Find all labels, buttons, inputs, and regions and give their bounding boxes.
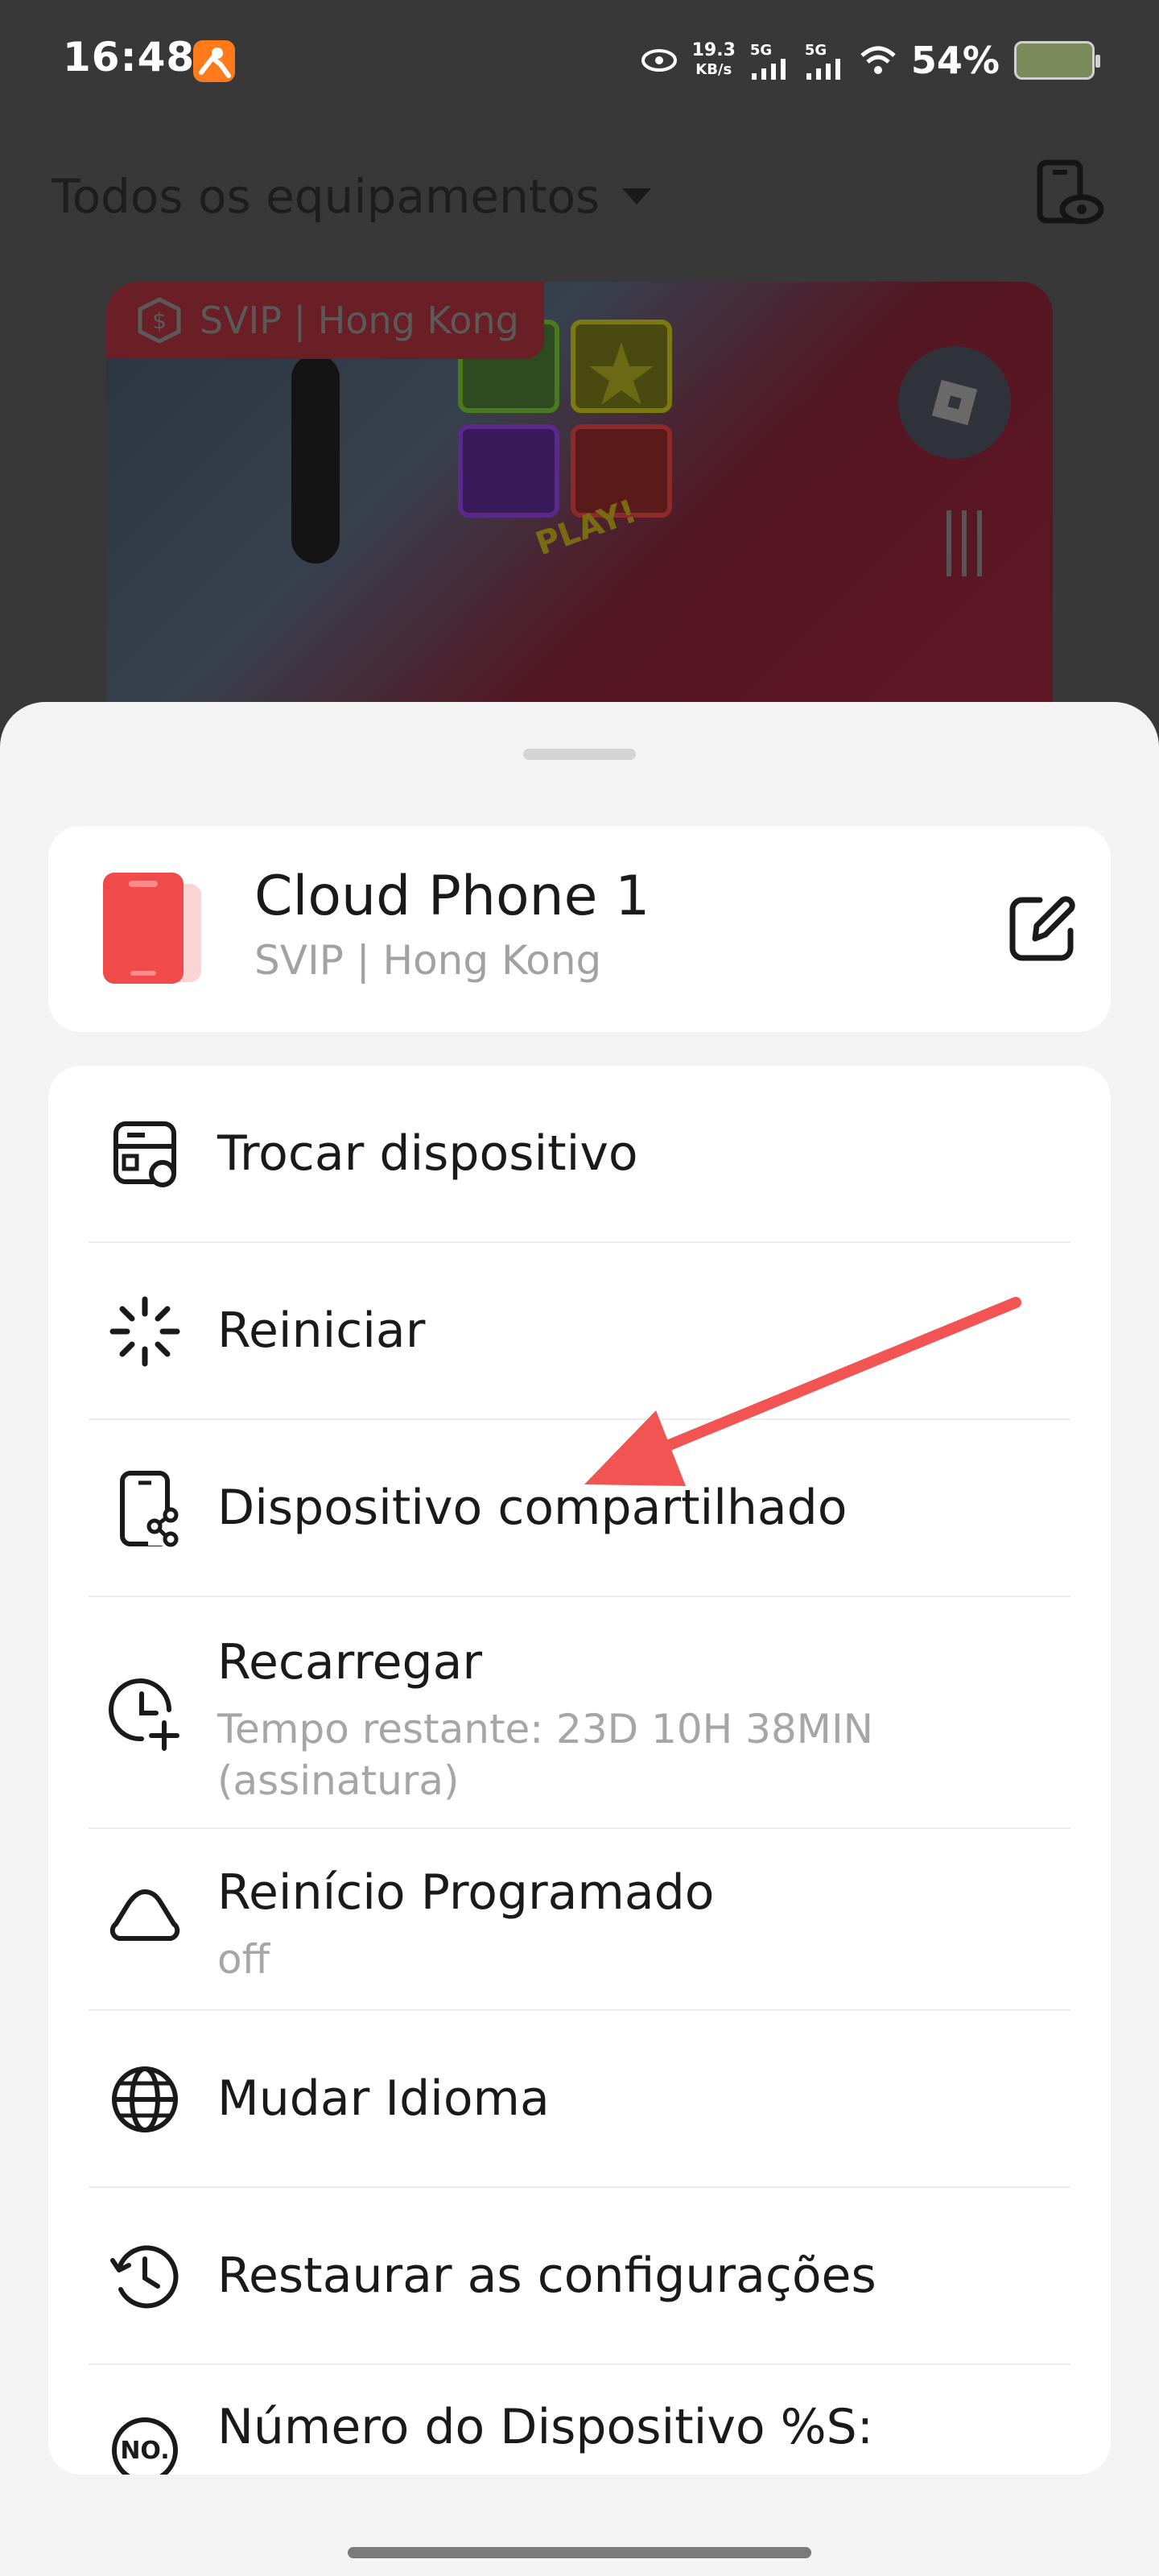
globe-icon <box>112 2066 178 2132</box>
menu-item-label: Mudar Idioma <box>217 2070 550 2127</box>
scheduled-restart-icon <box>109 1889 180 1941</box>
scheduled-restart-status: off <box>217 1936 270 1983</box>
sim1-signal: 5G <box>750 42 790 80</box>
shared-device-icon <box>120 1471 180 1547</box>
roblox-logo-button <box>898 346 1011 459</box>
device-options-sheet: Cloud Phone 1 SVIP | Hong Kong Trocar di… <box>0 702 1159 2576</box>
notification-app-icon <box>193 40 235 82</box>
menu-item-restore-settings[interactable]: Restaurar as configurações <box>89 2188 1070 2365</box>
menu-item-label: Reinício Programado <box>217 1864 715 1921</box>
eye-comfort-icon <box>641 49 677 72</box>
signal-bars-icon <box>751 58 786 80</box>
menu-item-label: Recarregar <box>217 1634 483 1690</box>
device-name: Cloud Phone 1 <box>254 865 650 928</box>
wifi-icon <box>860 46 896 74</box>
sheet-drag-handle[interactable] <box>523 749 636 760</box>
number-badge-icon: NO. <box>112 2417 178 2475</box>
menu-item-change-language[interactable]: Mudar Idioma <box>89 2011 1070 2188</box>
menu-item-shared-device[interactable]: Dispositivo compartilhado <box>89 1420 1070 1597</box>
restart-spinner-icon <box>109 1296 180 1367</box>
restore-history-icon <box>110 2245 179 2309</box>
battery-percent: 54% <box>910 39 1000 82</box>
caret-down-icon <box>622 188 652 204</box>
preview-menu-icon <box>947 510 982 576</box>
status-time: 16:48 <box>63 34 196 80</box>
device-options-menu: Trocar dispositivo Reiniciar Dispositivo… <box>48 1066 1111 2475</box>
gesture-navigation-bar[interactable] <box>348 2547 811 2558</box>
remaining-time-text: Tempo restante: 23D 10H 38MIN (assinatur… <box>217 1706 874 1804</box>
device-filter-dropdown[interactable]: Todos os equipamentos <box>52 169 652 224</box>
menu-item-scheduled-restart[interactable]: Reinício Programado off <box>89 1829 1070 2011</box>
sim2-signal: 5G <box>805 42 845 80</box>
switch-device-icon <box>113 1121 176 1187</box>
device-tier-region: SVIP | Hong Kong <box>254 937 602 984</box>
signal-bars-icon <box>806 58 840 80</box>
device-screen-preview[interactable]: PLAY! $ SVIP | Hong Kong <box>106 282 1053 733</box>
edit-icon[interactable] <box>1003 887 1083 968</box>
preview-tag-text: SVIP | Hong Kong <box>200 299 519 342</box>
status-bar: 16:48 19.3 KB/s 5G 5G 54% <box>0 0 1159 121</box>
svg-text:NO.: NO. <box>120 2437 169 2465</box>
svg-text:$: $ <box>152 308 167 334</box>
menu-item-device-number[interactable]: NO. Número do Dispositivo %S: <box>89 2365 1070 2475</box>
menu-item-label: Dispositivo compartilhado <box>217 1480 848 1536</box>
preview-side-slider <box>291 354 340 564</box>
roblox-icon <box>931 379 978 426</box>
menu-item-label: Trocar dispositivo <box>217 1125 638 1182</box>
menu-item-recharge[interactable]: Recarregar Tempo restante: 23D 10H 38MIN… <box>89 1597 1070 1829</box>
page-title: Todos os equipamentos <box>52 169 600 224</box>
battery-icon <box>1014 41 1100 80</box>
svip-badge-icon: $ <box>138 297 181 344</box>
menu-item-label: Restaurar as configurações <box>217 2248 876 2304</box>
network-speed: 19.3 KB/s <box>691 40 736 79</box>
recharge-clock-icon <box>109 1678 179 1751</box>
status-indicators: 19.3 KB/s 5G 5G 54% <box>641 32 1100 89</box>
menu-item-label: Número do Dispositivo %S: <box>217 2399 873 2455</box>
device-view-icon[interactable] <box>1033 158 1106 230</box>
menu-item-switch-device[interactable]: Trocar dispositivo <box>89 1066 1070 1243</box>
preview-tier-tag: $ SVIP | Hong Kong <box>106 282 544 359</box>
device-info-card: Cloud Phone 1 SVIP | Hong Kong <box>48 826 1111 1032</box>
menu-item-label: Reiniciar <box>217 1302 426 1359</box>
menu-item-restart[interactable]: Reiniciar <box>89 1243 1070 1420</box>
cloud-phone-icon <box>103 873 201 984</box>
